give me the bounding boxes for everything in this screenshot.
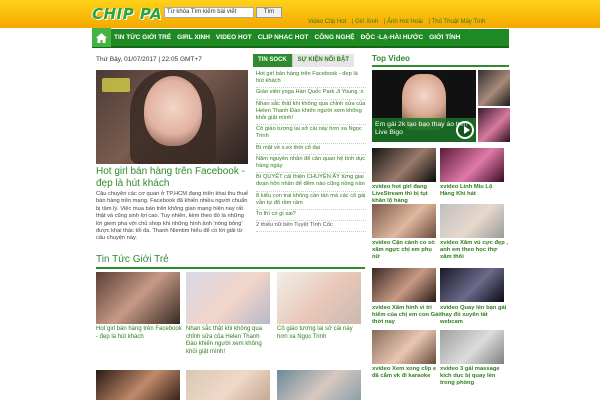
video-title[interactable]: xvideo Xăm vú cực đẹp , anh em theo học … [440, 240, 508, 261]
top-link-girl[interactable]: | Girl Xinh [352, 19, 378, 25]
featured-title[interactable]: Hot girl bán hàng trên Facebook - đẹp là… [96, 166, 251, 190]
video-thumbnail[interactable] [440, 268, 504, 302]
top-link-photo[interactable]: | Ảnh Hot Hoài [384, 19, 423, 25]
list-item[interactable]: Nhan sắc thật khi không qua chỉnh sửa củ… [256, 100, 366, 126]
list-item[interactable]: Bí QUYẾT cải thiện CHUYỆN ẤY từng giai đ… [256, 173, 366, 192]
nav-item-cong-nghe[interactable]: CÔNG NGHỆ [312, 34, 358, 41]
top-link-video[interactable]: Video Clip Hot [308, 19, 346, 25]
list-item[interactable]: Cô giáo tương lai sở cái này hơn xa Ngọc… [256, 125, 366, 144]
tab-tin-sock[interactable]: TIN SOCK [253, 54, 292, 67]
search-button[interactable]: Tìm [256, 7, 282, 18]
home-icon [96, 32, 107, 43]
section-title[interactable]: Tin Tức Giới Trẻ [96, 254, 365, 269]
nav-item-girl-xinh[interactable]: GIRL XINH [174, 34, 213, 41]
site-logo[interactable]: CHIP PA [92, 5, 162, 23]
video-title[interactable]: xvideo hot girl đang LiveStream thì bị t… [372, 184, 440, 205]
nav-item-tin-tuc[interactable]: TIN TỨC GIỚI TRẺ [111, 34, 174, 41]
article-thumbnail[interactable] [186, 272, 270, 324]
video-thumbnail[interactable] [478, 70, 510, 106]
search-input[interactable]: Từ khóa Tìm kiếm bài viết [164, 7, 254, 18]
main-nav: TIN TỨC GIỚI TRẺ GIRL XINH VIDEO HOT CLI… [92, 28, 509, 48]
video-title[interactable]: xvideo Quay lén bạn gái thay đồ xuyên tấ… [440, 305, 508, 326]
article-thumbnail[interactable] [277, 272, 361, 324]
article-thumbnail[interactable] [96, 370, 180, 400]
video-thumbnail[interactable] [372, 148, 436, 182]
site-header: CHIP PA Từ khóa Tìm kiếm bài viết Tìm Vi… [0, 0, 600, 28]
video-title[interactable]: xvideo Xăm hình vì tri hiểm của chị em c… [372, 305, 440, 326]
video-thumbnail[interactable] [372, 268, 436, 302]
list-item[interactable]: To thì có gì sai? [256, 210, 366, 222]
video-title[interactable]: xvideo Cận cảnh co sò xăm ngực chị em ph… [372, 240, 440, 261]
home-button[interactable] [92, 28, 111, 47]
video-thumbnail[interactable] [440, 148, 504, 182]
top-link-tips[interactable]: | Thủ Thuật Máy Tính [428, 19, 485, 25]
news-list: Hot girl bán hàng trên Facebook - đẹp là… [256, 70, 366, 233]
nav-item-clip-nhac[interactable]: CLIP NHẠC HOT [255, 34, 312, 41]
nav-item-gioi-tinh[interactable]: GIỚI TÍNH [426, 34, 463, 41]
sidebar-title: Top Video [372, 54, 509, 67]
video-title[interactable]: xvideo 3 gái massage kich dục bị quay lé… [440, 366, 508, 387]
article-thumbnail[interactable] [96, 272, 180, 324]
article-thumbnail[interactable] [186, 370, 270, 400]
list-item[interactable]: 2 thiếu nữ bên Tuyệt Tình Cốc [256, 221, 366, 233]
play-icon[interactable] [456, 121, 474, 139]
video-thumbnail[interactable] [372, 330, 436, 364]
video-thumbnail[interactable] [372, 204, 436, 238]
list-item[interactable]: Giáo viên yoga Hàn Quốc Park Ji Young :x [256, 88, 366, 100]
top-links: Video Clip Hot | Girl Xinh | Ảnh Hot Hoà… [308, 19, 489, 25]
video-title[interactable]: xvideo Linh Miu Lộ Hàng Khi hát [440, 184, 508, 198]
news-tabs: TIN SOCK SỰ KIỆN NỔI BẬT [253, 54, 354, 67]
tab-su-kien[interactable]: SỰ KIỆN NỔI BẬT [291, 54, 354, 67]
article-thumbnail[interactable] [277, 370, 361, 400]
list-item[interactable]: Năm nguyên nhân để cản quan hệ tình dục … [256, 155, 366, 174]
video-thumbnail[interactable] [440, 204, 504, 238]
article-title[interactable]: Hot girl bán hàng trên Facebook - đẹp là… [96, 326, 182, 341]
featured-description: Câu chuyện các cơ quan ở TP.HCM đang tri… [96, 191, 249, 242]
video-title[interactable]: xvideo Xem xong clip e đã cắm vk đi kara… [372, 366, 440, 380]
list-item[interactable]: Bí mật về s.ex thời cổ đại [256, 144, 366, 155]
date-display: Thứ Bảy, 01/07/2017 | 22:05 GMT+7 [96, 56, 202, 63]
featured-image[interactable] [96, 70, 248, 164]
article-title[interactable]: Nhan sắc thật khi không qua chỉnh sửa củ… [186, 326, 272, 356]
nav-item-video-hot[interactable]: VIDEO HOT [213, 34, 255, 41]
list-item[interactable]: 8 kiểu con trai không cần tán mà các cô … [256, 192, 366, 211]
video-thumbnail[interactable] [440, 330, 504, 364]
video-thumbnail[interactable] [478, 108, 510, 142]
nav-item-doc-la[interactable]: ĐỘC -LẠ-HÀI HƯỚC [358, 34, 427, 41]
article-title[interactable]: Cô giáo tương lai sở cái này hơn xa Ngọc… [277, 326, 363, 341]
list-item[interactable]: Hot girl bán hàng trên Facebook - đẹp là… [256, 70, 366, 89]
